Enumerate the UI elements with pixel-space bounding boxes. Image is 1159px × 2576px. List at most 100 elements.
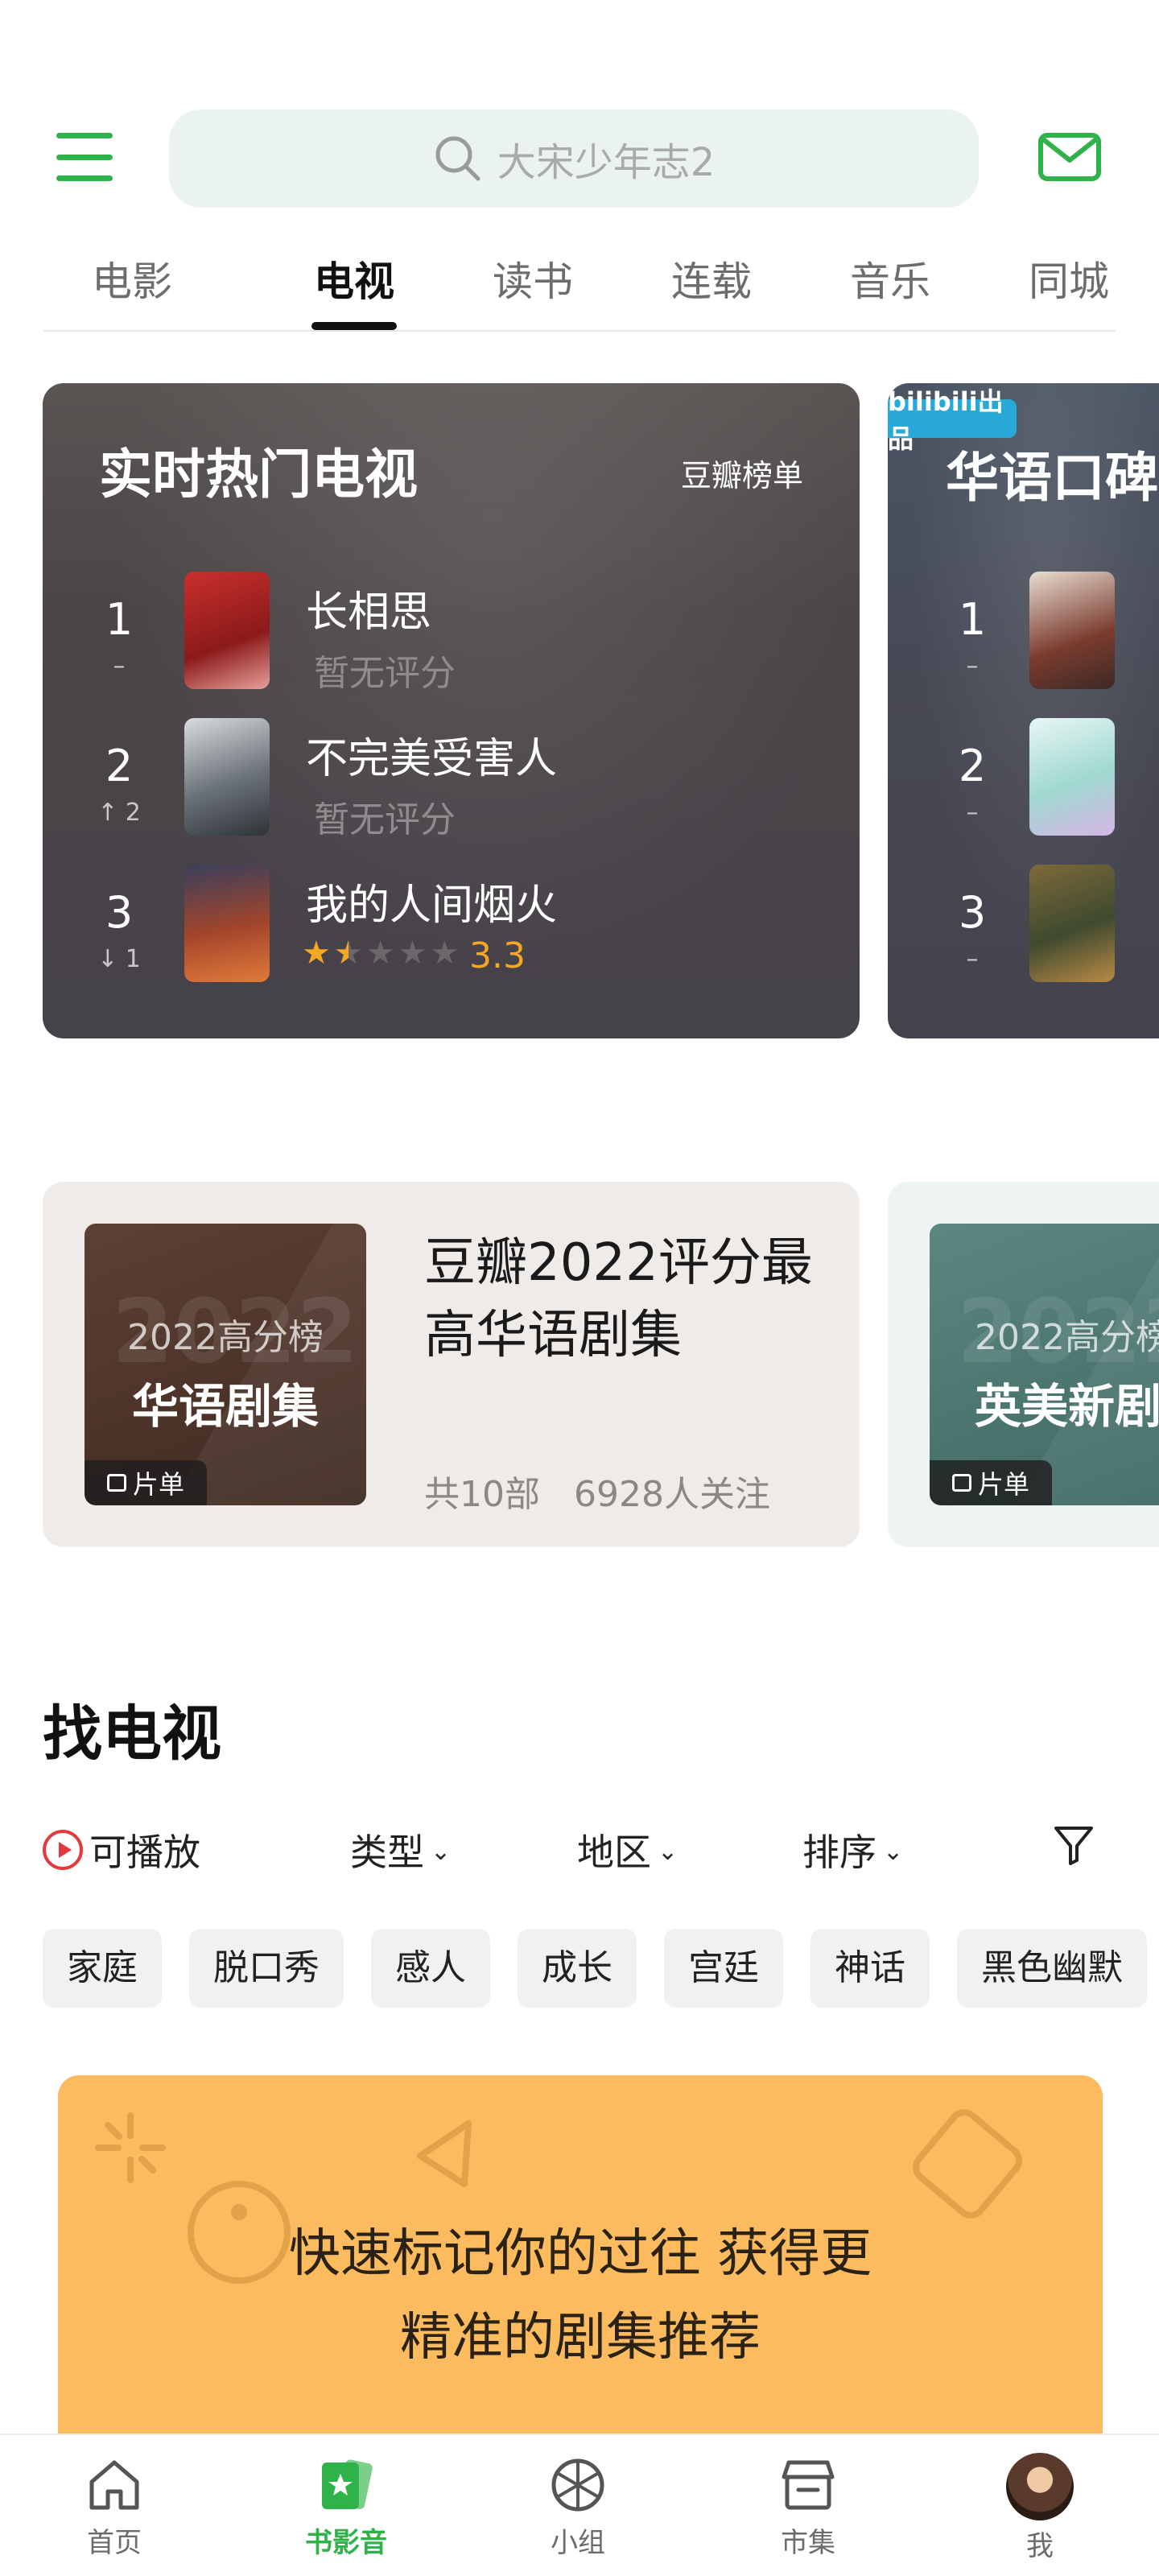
playable-label: 可播放 <box>89 1831 200 1874</box>
rank-item[interactable]: 3 – <box>888 865 1159 985</box>
bottom-nav: 首页 书影音 小组 市集 我 <box>0 2434 1159 2576</box>
filter-label: 排序 <box>802 1831 876 1874</box>
chip-palace[interactable]: 宫廷 <box>664 1929 783 2008</box>
cover-title: 华语剧集 <box>131 1379 319 1434</box>
sparkle-deco-icon <box>95 2112 166 2183</box>
chip-touching[interactable]: 感人 <box>371 1929 490 2008</box>
poster <box>1029 718 1115 836</box>
star-full-icon: ★ <box>302 935 331 972</box>
search-placeholder: 大宋少年志2 <box>497 140 716 185</box>
bilibili-badge: bilibili出品 <box>888 386 1017 454</box>
funnel-icon[interactable] <box>1052 1823 1095 1867</box>
rank-source[interactable]: 豆瓣榜单 <box>681 451 803 495</box>
no-rating-text: 暂无评分 <box>314 653 456 694</box>
nav-groups[interactable]: 小组 <box>505 2453 650 2560</box>
rank-item[interactable]: 3 ↓ 1 我的人间烟火 ★ ★ ★ ★ ★ 3.3 <box>43 865 860 985</box>
rank-title: 实时热门电视 <box>99 444 418 506</box>
rating-stars: ★ ★ ★ ★ ★ <box>302 937 459 969</box>
tab-music[interactable]: 音乐 <box>834 250 947 308</box>
menu-icon[interactable] <box>56 133 113 181</box>
shop-icon <box>782 2460 835 2510</box>
rank-item[interactable]: 1 – <box>888 572 1159 692</box>
star-half-icon: ★ <box>333 935 363 972</box>
nav-label: 我 <box>1026 2530 1054 2562</box>
filter-sort[interactable]: 排序 ⌄ <box>802 1823 903 1876</box>
chinese-acclaim-rank-card[interactable]: bilibili出品 华语口碑 1 – 2 – 3 – <box>888 383 1159 1038</box>
hot-tv-rank-card[interactable]: 实时热门电视 豆瓣榜单 1 – 长相思 暂无评分 2 ↑ 2 不完美受害人 暂无… <box>43 383 860 1038</box>
collection-card[interactable]: 2022 2022高分榜 华语剧集 片单 豆瓣2022评分最高华语剧集 共10部… <box>43 1182 860 1547</box>
nav-label: 小组 <box>551 2527 605 2559</box>
chip-talkshow[interactable]: 脱口秀 <box>189 1929 344 2008</box>
nav-label: 市集 <box>781 2527 835 2559</box>
nav-home[interactable]: 首页 <box>42 2453 187 2560</box>
poster <box>1029 865 1115 982</box>
collection-title: 豆瓣2022评分最高华语剧集 <box>424 1233 813 1365</box>
banner-line: 快速标记你的过往 获得更 <box>288 2224 872 2284</box>
mark-history-banner[interactable]: 快速标记你的过往 获得更 精准的剧集推荐 <box>58 2075 1103 2446</box>
nav-me[interactable]: 我 <box>967 2453 1112 2563</box>
tab-books[interactable]: 读书 <box>476 250 589 308</box>
rank-change: – <box>966 652 979 680</box>
nav-books-movies-music[interactable]: 书影音 <box>274 2453 419 2560</box>
tab-active-indicator <box>311 322 397 330</box>
rank-item[interactable]: 2 ↑ 2 不完美受害人 暂无评分 <box>43 718 860 840</box>
chip-dark-humor[interactable]: 黑色幽默 <box>957 1929 1147 2008</box>
chip-growth[interactable]: 成长 <box>518 1929 637 2008</box>
tab-local[interactable]: 同城 <box>1013 250 1125 308</box>
banner-line: 精准的剧集推荐 <box>400 2308 761 2368</box>
rank-change: – <box>113 652 126 680</box>
nav-market[interactable]: 市集 <box>736 2453 881 2560</box>
playlist-tag-label: 片单 <box>132 1469 184 1500</box>
rank-number: 2 <box>958 741 987 791</box>
poster <box>184 572 270 689</box>
chevron-down-icon: ⌄ <box>431 1837 452 1866</box>
collection-card[interactable]: 2022 2022高分榜 英美新剧 片单 <box>888 1182 1159 1547</box>
group-icon <box>551 2458 604 2512</box>
rank-change: – <box>966 945 979 973</box>
chip-family[interactable]: 家庭 <box>43 1929 162 2008</box>
rating-value: 3.3 <box>469 935 526 976</box>
tag-chips: 家庭 脱口秀 感人 成长 宫廷 神话 黑色幽默 <box>43 1929 1159 2009</box>
mail-icon[interactable] <box>1038 133 1101 181</box>
filter-bar: 可播放 类型 ⌄ 地区 ⌄ 排序 ⌄ <box>43 1823 1121 1880</box>
show-title: 我的人间烟火 <box>306 881 558 930</box>
section-title: 找电视 <box>43 1699 221 1769</box>
search-bar[interactable]: 大宋少年志2 <box>169 109 979 208</box>
rank-item[interactable]: 2 – <box>888 718 1159 839</box>
rank-number: 3 <box>105 887 134 938</box>
rank-item[interactable]: 1 – 长相思 暂无评分 <box>43 572 860 694</box>
category-tabs: 电影 电视 读书 连载 音乐 同城 <box>43 242 1116 332</box>
filter-label: 地区 <box>577 1831 651 1874</box>
poster <box>184 865 270 982</box>
tab-movie[interactable]: 电影 <box>76 250 188 308</box>
filter-type[interactable]: 类型 ⌄ <box>350 1823 451 1876</box>
rank-title: 华语口碑 <box>946 447 1158 509</box>
collection-followers: 6928人关注 <box>574 1474 770 1515</box>
rank-number: 1 <box>105 594 134 645</box>
tab-tv[interactable]: 电视 <box>298 250 410 308</box>
star-ticket-icon <box>322 2459 373 2510</box>
rank-change: ↓ 1 <box>97 945 141 973</box>
rank-change: – <box>966 799 979 827</box>
nav-label: 书影音 <box>305 2527 387 2559</box>
collection-cover: 2022 2022高分榜 英美新剧 片单 <box>930 1224 1159 1505</box>
chip-myth[interactable]: 神话 <box>810 1929 930 2008</box>
playlist-tag: 片单 <box>85 1460 207 1505</box>
rank-number: 3 <box>958 887 987 938</box>
tab-serial[interactable]: 连载 <box>655 250 768 308</box>
collection-meta: 共10部 6928人关注 <box>424 1465 770 1517</box>
playable-filter[interactable]: 可播放 <box>43 1823 200 1876</box>
rank-number: 1 <box>958 594 987 645</box>
filter-region[interactable]: 地区 ⌄ <box>577 1823 678 1876</box>
collection-count: 共10部 <box>424 1474 540 1515</box>
page: 大宋少年志2 电影 电视 读书 连载 音乐 同城 实时热门电视 豆瓣榜单 1 –… <box>0 0 1159 2576</box>
triangle-deco-icon <box>417 2120 472 2187</box>
collection-cover: 2022 2022高分榜 华语剧集 片单 <box>85 1224 366 1505</box>
star-empty-icon: ★ <box>365 935 395 972</box>
play-icon <box>43 1830 83 1870</box>
rank-number: 2 <box>105 741 134 791</box>
banner-text: 快速标记你的过往 获得更 精准的剧集推荐 <box>58 2212 1103 2380</box>
star-empty-icon: ★ <box>430 935 460 972</box>
cover-subtitle: 2022高分榜 <box>975 1317 1159 1358</box>
cover-subtitle: 2022高分榜 <box>127 1317 324 1358</box>
